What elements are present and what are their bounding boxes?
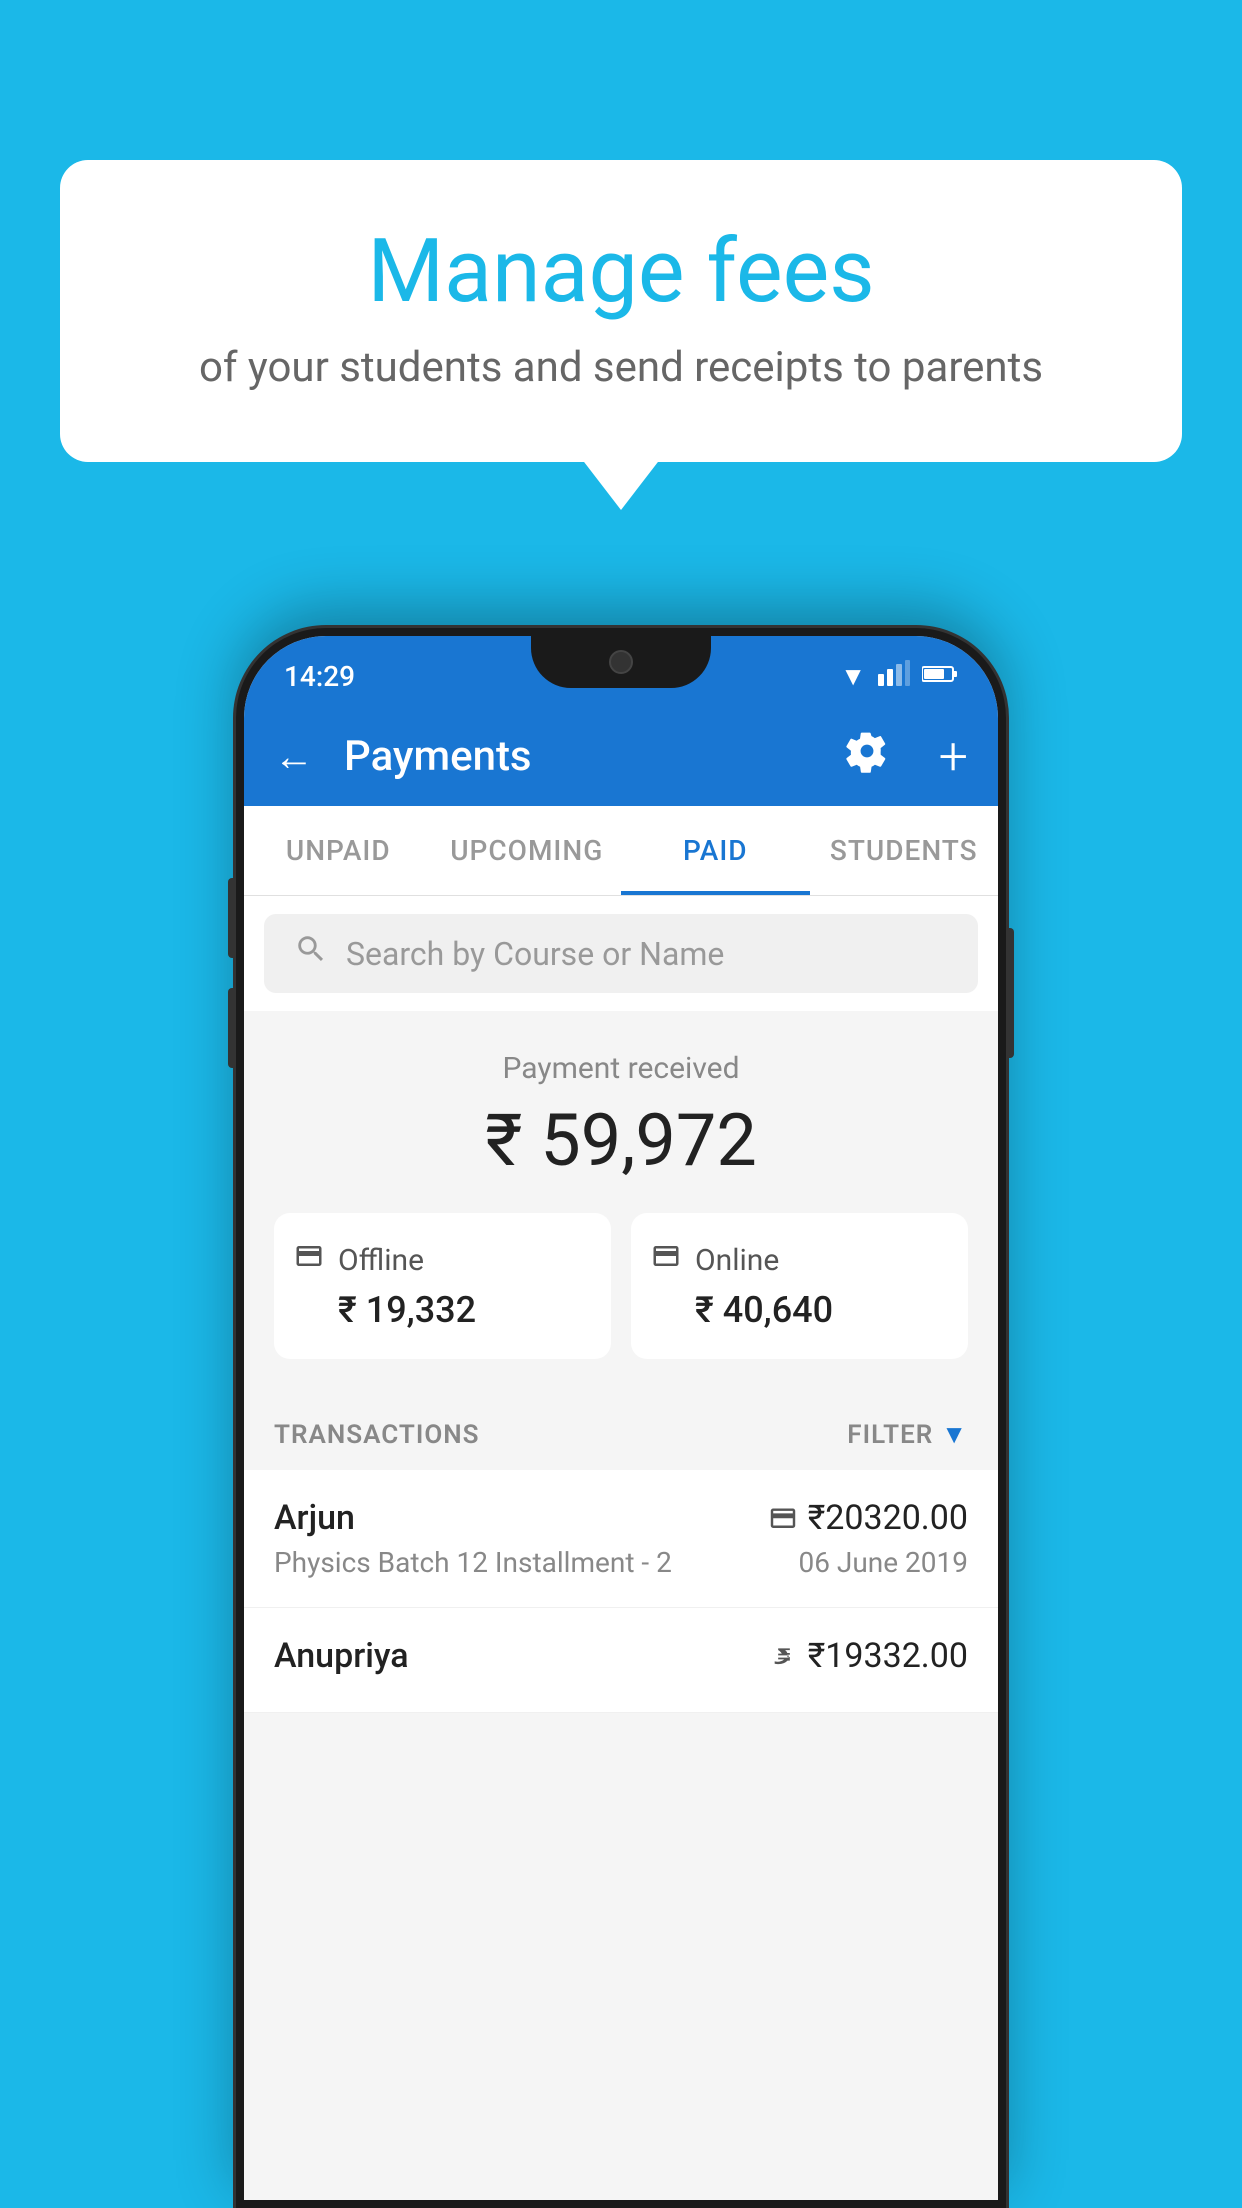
online-card: Online ₹ 40,640 xyxy=(631,1213,968,1359)
wifi-icon: ▼ xyxy=(840,661,866,692)
offline-card-header: Offline xyxy=(294,1241,591,1279)
transaction-name: Anupriya xyxy=(274,1636,409,1676)
tab-students[interactable]: STUDENTS xyxy=(810,806,999,895)
app-header: ← Payments + xyxy=(244,706,998,806)
online-icon xyxy=(651,1241,681,1279)
offline-icon xyxy=(294,1241,324,1279)
tab-unpaid[interactable]: UNPAID xyxy=(244,806,433,895)
phone-volume-down-button xyxy=(228,988,236,1068)
bubble-subtitle: of your students and send receipts to pa… xyxy=(140,343,1102,392)
bubble-title: Manage fees xyxy=(140,220,1102,323)
transaction-row-bottom: Physics Batch 12 Installment - 2 06 June… xyxy=(274,1546,968,1579)
speech-bubble-container: Manage fees of your students and send re… xyxy=(60,160,1182,462)
transaction-course: Physics Batch 12 Installment - 2 xyxy=(274,1546,672,1579)
filter-icon: ▼ xyxy=(941,1419,968,1450)
status-icons: ▼ xyxy=(840,660,958,693)
offline-amount: ₹ 19,332 xyxy=(294,1289,591,1331)
tab-upcoming[interactable]: UPCOMING xyxy=(433,806,622,895)
payment-total-amount: ₹ 59,972 xyxy=(274,1098,968,1183)
transaction-cash-icon xyxy=(770,1639,798,1674)
transaction-amount-container: ₹19332.00 xyxy=(770,1636,968,1676)
tabs-container: UNPAID UPCOMING PAID STUDENTS xyxy=(244,806,998,896)
filter-text: FILTER xyxy=(847,1420,933,1450)
search-bar[interactable]: Search by Course or Name xyxy=(264,914,978,993)
transactions-header: TRANSACTIONS FILTER ▼ xyxy=(244,1389,998,1470)
status-time: 14:29 xyxy=(284,660,355,693)
header-title: Payments xyxy=(344,732,815,781)
payment-cards: Offline ₹ 19,332 Online ₹ 40,640 xyxy=(274,1213,968,1359)
add-button[interactable]: + xyxy=(939,726,968,787)
phone-screen: 14:29 ▼ xyxy=(244,636,998,2200)
settings-icon[interactable] xyxy=(845,729,889,783)
speech-bubble: Manage fees of your students and send re… xyxy=(60,160,1182,462)
transaction-date: 06 June 2019 xyxy=(798,1546,968,1579)
transaction-amount: ₹20320.00 xyxy=(808,1498,968,1538)
transaction-row[interactable]: Arjun ₹20320.00 Physics Batch 12 Install… xyxy=(244,1470,998,1608)
transactions-label: TRANSACTIONS xyxy=(274,1420,480,1450)
transaction-row-top: Anupriya ₹19332.00 xyxy=(274,1636,968,1676)
signal-icon xyxy=(878,660,910,693)
online-card-header: Online xyxy=(651,1241,948,1279)
transaction-name: Arjun xyxy=(274,1498,355,1538)
search-placeholder: Search by Course or Name xyxy=(346,935,724,973)
phone-volume-up-button xyxy=(228,878,236,958)
online-label: Online xyxy=(695,1243,779,1278)
search-icon xyxy=(294,932,328,975)
transaction-amount-container: ₹20320.00 xyxy=(768,1498,968,1538)
transaction-card-icon xyxy=(768,1502,798,1535)
tab-paid[interactable]: PAID xyxy=(621,806,810,895)
filter-button[interactable]: FILTER ▼ xyxy=(847,1419,968,1450)
online-amount: ₹ 40,640 xyxy=(651,1289,948,1331)
transaction-row-top: Arjun ₹20320.00 xyxy=(274,1498,968,1538)
phone-camera xyxy=(609,650,633,674)
phone-power-button xyxy=(1006,928,1014,1058)
offline-card: Offline ₹ 19,332 xyxy=(274,1213,611,1359)
payment-summary: Payment received ₹ 59,972 Offline ₹ 19,3… xyxy=(244,1011,998,1389)
payment-received-label: Payment received xyxy=(274,1051,968,1086)
back-button[interactable]: ← xyxy=(274,733,314,780)
phone-notch xyxy=(531,636,711,688)
offline-label: Offline xyxy=(338,1243,424,1278)
transaction-amount: ₹19332.00 xyxy=(808,1636,968,1676)
search-container: Search by Course or Name xyxy=(244,896,998,1011)
transaction-row[interactable]: Anupriya ₹19332.00 xyxy=(244,1608,998,1713)
battery-icon xyxy=(922,662,958,690)
phone-frame: 14:29 ▼ xyxy=(236,628,1006,2208)
